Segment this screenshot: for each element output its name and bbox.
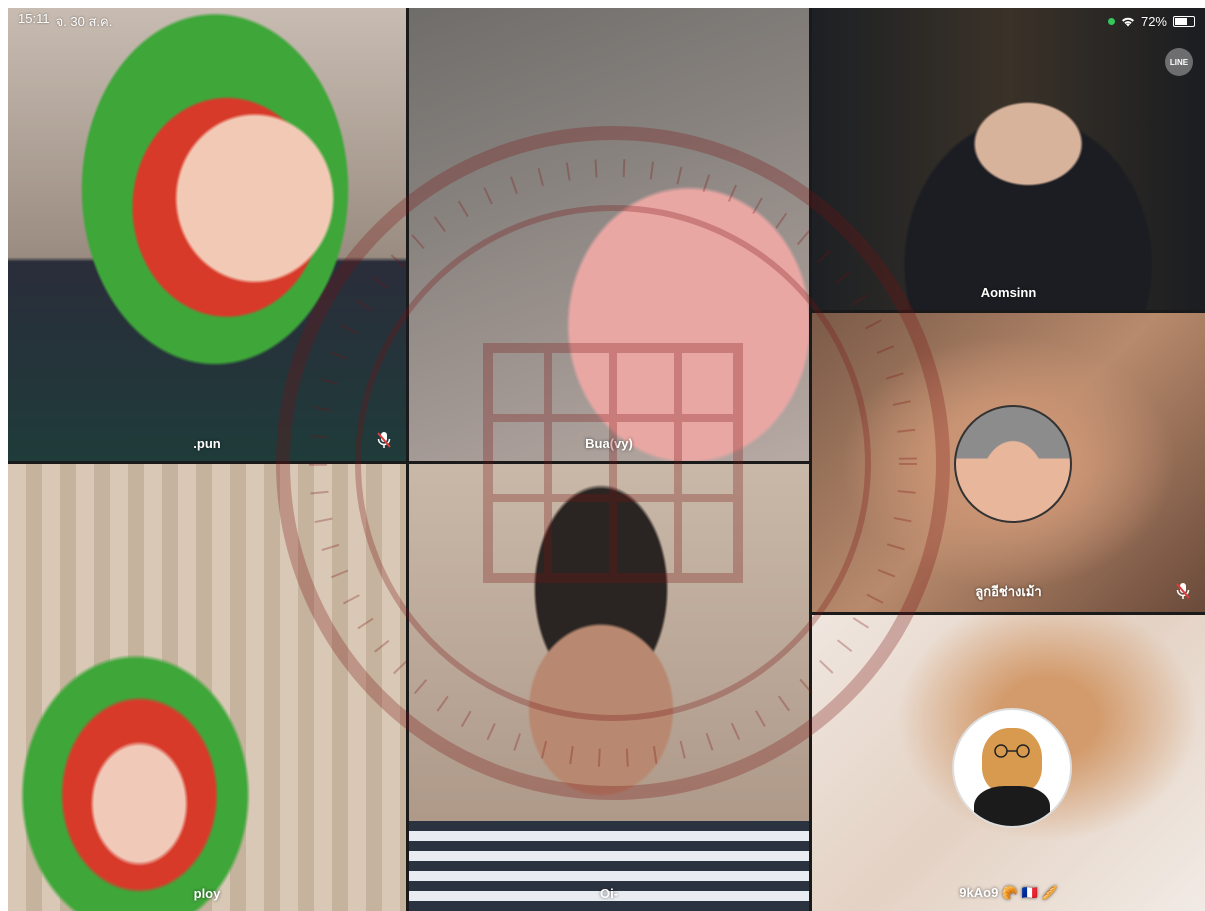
participant-tile-luk-ee[interactable]: ลูกอีช่างเม้า bbox=[812, 313, 1205, 612]
participant-name: .pun bbox=[193, 436, 221, 451]
wifi-icon bbox=[1121, 17, 1134, 26]
participant-tile-oi[interactable]: Oi- bbox=[409, 464, 809, 911]
participant-name: Oi- bbox=[599, 886, 619, 901]
participant-tile-aomsinn[interactable]: Aomsinn bbox=[812, 8, 1205, 310]
participant-tile-ploy[interactable]: ploy bbox=[8, 464, 406, 911]
status-time: 15:11 bbox=[18, 10, 50, 26]
dog-body bbox=[974, 786, 1050, 826]
line-logo-icon: LINE bbox=[1165, 48, 1193, 76]
participant-tile-bua[interactable]: Bua(vy) bbox=[409, 8, 809, 461]
participant-avatar bbox=[954, 710, 1070, 826]
participant-tile-9kao9[interactable]: 9kAo9 🥐 🇫🇷 🥖 bbox=[812, 615, 1205, 911]
participant-name: ลูกอีช่างเม้า bbox=[975, 584, 1042, 599]
mic-muted-icon bbox=[377, 432, 391, 448]
participant-name: 9kAo9 🥐 🇫🇷 🥖 bbox=[959, 885, 1058, 900]
participant-avatar bbox=[954, 405, 1072, 523]
dog-head bbox=[982, 728, 1042, 794]
glasses-icon bbox=[994, 744, 1030, 758]
battery-fill bbox=[1175, 17, 1188, 25]
participant-name: Aomsinn bbox=[980, 285, 1037, 300]
status-right: 72% bbox=[1107, 13, 1195, 29]
video-call-screen: 15:11 จ. 30 ส.ค. 72% LINE .pun Bua(vy) A… bbox=[8, 8, 1205, 911]
status-date: จ. 30 ส.ค. bbox=[55, 13, 113, 29]
status-left: 15:11 จ. 30 ส.ค. bbox=[18, 11, 112, 32]
status-bar: 15:11 จ. 30 ส.ค. 72% bbox=[8, 8, 1205, 34]
battery-icon bbox=[1173, 15, 1195, 27]
participant-tile-pun[interactable]: .pun bbox=[8, 8, 406, 461]
participant-name: Bua(vy) bbox=[585, 436, 633, 451]
camera-indicator-icon bbox=[1107, 17, 1115, 25]
mic-muted-icon bbox=[1176, 583, 1190, 599]
battery-percent: 72% bbox=[1140, 13, 1167, 29]
participant-name: ploy bbox=[193, 886, 221, 901]
